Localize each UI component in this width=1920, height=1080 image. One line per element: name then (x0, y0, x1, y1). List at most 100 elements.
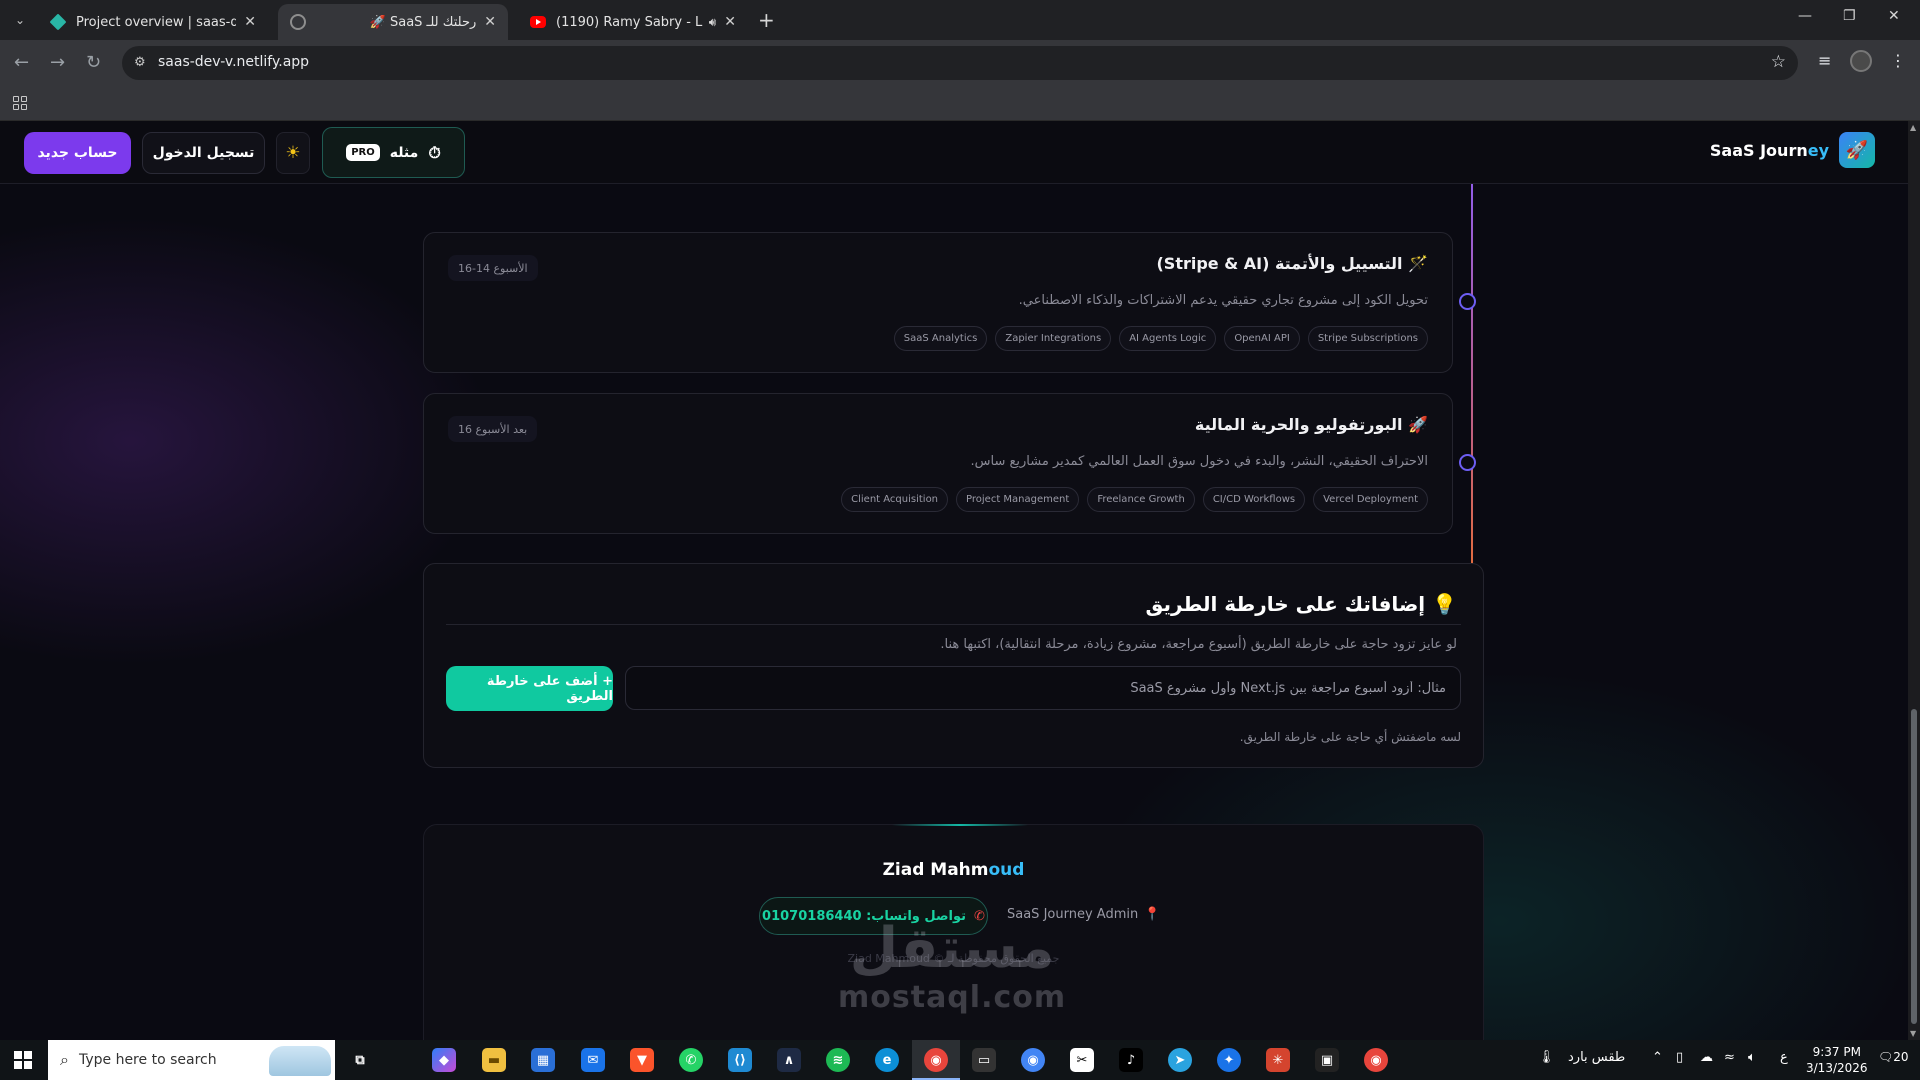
scroll-down-icon[interactable]: ▼ (1910, 1029, 1916, 1038)
apps-grid-icon[interactable] (13, 96, 27, 110)
terminal-icon[interactable]: ▭ (972, 1048, 996, 1072)
pin-icon: 📍 (1144, 907, 1161, 922)
theme-toggle-sun-icon[interactable]: ☀ (276, 132, 310, 174)
stage-title: 🚀 البورتفوليو والحرية المالية (1194, 415, 1428, 434)
tag-chip: Client Acquisition (841, 487, 949, 512)
page-scrollbar[interactable]: ▲ ▼ (1908, 121, 1920, 1040)
tag-chip: AI Agents Logic (1119, 326, 1217, 351)
windows-taskbar: ⌕ Type here to search ⧉ ◆ ▬ ▦ ✉ ▼ ✆ ⟨⟩ ∧… (0, 1040, 1920, 1080)
tab-youtube[interactable]: (1190) Ramy Sabry - Lama E 🔊︎ ✕ (518, 4, 748, 40)
netlify-icon (49, 13, 67, 31)
forward-icon[interactable]: → (50, 52, 65, 73)
pro-streak-button[interactable]: PRO مثله ⏱ (322, 127, 465, 178)
capcut-icon[interactable]: ✂ (1070, 1048, 1094, 1072)
address-bar[interactable]: ⚙ saas-dev-v.netlify.app ☆ (122, 46, 1798, 80)
page-viewport: حساب جديد تسجيل الدخول ☀ PRO مثله ⏱ SaaS… (0, 121, 1908, 1040)
onedrive-icon[interactable]: ☁ (1700, 1050, 1713, 1065)
close-window-icon[interactable]: ✕ (1888, 8, 1900, 24)
restore-icon[interactable]: ❐ (1843, 8, 1856, 24)
wifi-icon[interactable]: ≈ (1724, 1050, 1735, 1065)
file-explorer-icon[interactable]: ▬ (482, 1048, 506, 1072)
chrome-profile-icon[interactable]: ◉ (1021, 1048, 1045, 1072)
audio-playing-icon[interactable]: 🔊︎ (709, 15, 717, 30)
magic-wand-icon: 🪄 (1408, 254, 1428, 273)
system-clock[interactable]: 9:37 PM 3/13/2026 (1806, 1044, 1868, 1076)
bookmark-star-icon[interactable]: ☆ (1771, 52, 1786, 72)
mostaql-watermark: مستقل mostaql.com (838, 916, 1067, 1015)
language-indicator[interactable]: ع (1780, 1050, 1788, 1065)
stopwatch-icon: ⏱ (428, 142, 441, 162)
task-view-icon[interactable]: ⧉ (348, 1048, 372, 1072)
vscode-icon[interactable]: ⟨⟩ (728, 1048, 752, 1072)
windows-start-icon[interactable] (14, 1051, 32, 1069)
divider (446, 624, 1461, 625)
weather-text[interactable]: طقس بارد (1568, 1050, 1625, 1065)
whatsapp-icon[interactable]: ✆ (679, 1048, 703, 1072)
tag-chip: Zapier Integrations (995, 326, 1112, 351)
rocket-icon: 🚀 (1408, 415, 1428, 434)
roadmap-addition-input[interactable] (625, 666, 1461, 710)
scrollbar-thumb[interactable] (1911, 709, 1917, 1024)
copilot-icon[interactable]: ◆ (432, 1048, 456, 1072)
globe-icon (290, 14, 306, 30)
tray-app-icon[interactable]: ▯ (1676, 1050, 1683, 1065)
notifications-icon[interactable]: 🗨︎20 (1878, 1050, 1909, 1064)
minimize-icon[interactable]: — (1798, 8, 1812, 24)
new-tab-button[interactable]: + (758, 8, 775, 32)
additions-title: 💡 إضافاتك على خارطة الطريق (1145, 592, 1457, 616)
tag-chip: Project Management (956, 487, 1080, 512)
tag-chip: SaaS Analytics (893, 326, 988, 351)
thermometer-icon[interactable]: 🌡︎ (1538, 1050, 1555, 1065)
show-hidden-icons-icon[interactable]: ⌃ (1652, 1050, 1663, 1065)
footer-accent-line (892, 824, 1028, 826)
close-tab-icon[interactable]: ✕ (244, 14, 256, 30)
chrome-app-icon[interactable]: ◉ (1364, 1048, 1388, 1072)
spotify-icon[interactable]: ≋ (826, 1048, 850, 1072)
tag-chip: CI/CD Workflows (1202, 487, 1306, 512)
stage-card-portfolio: 🚀 البورتفوليو والحرية المالية بعد الأسبو… (423, 393, 1453, 534)
pro-badge: PRO (346, 144, 380, 161)
additions-subtitle: لو عايز تزود حاجة على خارطة الطريق (أسبو… (940, 637, 1457, 652)
rocket-logo-icon: 🚀 (1839, 132, 1875, 168)
chrome-icon[interactable]: ◉ (924, 1048, 948, 1072)
footer-author-name: Ziad Mahmoud (882, 860, 1025, 880)
search-highlight-image (269, 1046, 331, 1076)
media-controls-icon[interactable]: ≡ (1818, 51, 1831, 70)
app-icon[interactable]: ✦ (1217, 1048, 1241, 1072)
box-app-icon[interactable]: ▣ (1315, 1048, 1339, 1072)
telegram-icon[interactable]: ➤ (1168, 1048, 1192, 1072)
mail-icon[interactable]: ✉ (581, 1048, 605, 1072)
claude-icon[interactable]: ✳ (1266, 1048, 1290, 1072)
lightbulb-icon: 💡 (1432, 592, 1457, 616)
store-icon[interactable]: ▦ (531, 1048, 555, 1072)
volume-icon[interactable]: 🔈︎ (1748, 1050, 1756, 1065)
tag-chip: Stripe Subscriptions (1307, 326, 1428, 351)
add-to-roadmap-button[interactable]: + أضف على خارطة الطريق (446, 666, 613, 711)
login-button[interactable]: تسجيل الدخول (142, 132, 265, 174)
brand[interactable]: SaaS Journey 🚀 (1710, 132, 1875, 168)
tab-search-button[interactable]: ⌄ (8, 8, 32, 32)
back-icon[interactable]: ← (14, 52, 29, 73)
tab-title: (1190) Ramy Sabry - Lama E (556, 14, 703, 30)
edge-icon[interactable]: e (875, 1048, 899, 1072)
tab-project-overview[interactable]: Project overview | saas-dev-v | N ✕ (38, 4, 268, 40)
taskbar-search-box[interactable]: ⌕ Type here to search (48, 1040, 335, 1080)
tag-chip: OpenAI API (1224, 326, 1300, 351)
close-tab-icon[interactable]: ✕ (484, 14, 496, 30)
week-badge: الأسبوع 14-16 (448, 255, 538, 281)
url-text[interactable]: saas-dev-v.netlify.app (158, 54, 309, 70)
close-tab-icon[interactable]: ✕ (724, 14, 736, 30)
site-info-icon[interactable]: ⚙ (134, 55, 146, 70)
tiktok-icon[interactable]: ♪ (1119, 1048, 1143, 1072)
register-button[interactable]: حساب جديد (24, 132, 131, 174)
scroll-up-icon[interactable]: ▲ (1910, 123, 1916, 132)
stage-description: الاحتراف الحقيقي، النشر، والبدء في دخول … (970, 454, 1428, 469)
brave-icon[interactable]: ▼ (630, 1048, 654, 1072)
stage-card-monetization: 🪄 التسييل والأتمتة (Stripe & AI) الأسبوع… (423, 232, 1453, 373)
reload-icon[interactable]: ↻ (86, 52, 101, 73)
arduino-icon[interactable]: ∧ (777, 1048, 801, 1072)
search-icon: ⌕ (60, 1050, 69, 1069)
menu-icon[interactable]: ⋮ (1890, 51, 1906, 70)
tab-saas-journey[interactable]: رحلتك للـ SaaS 🚀 ✕ (278, 4, 508, 40)
profile-avatar[interactable] (1850, 50, 1872, 72)
